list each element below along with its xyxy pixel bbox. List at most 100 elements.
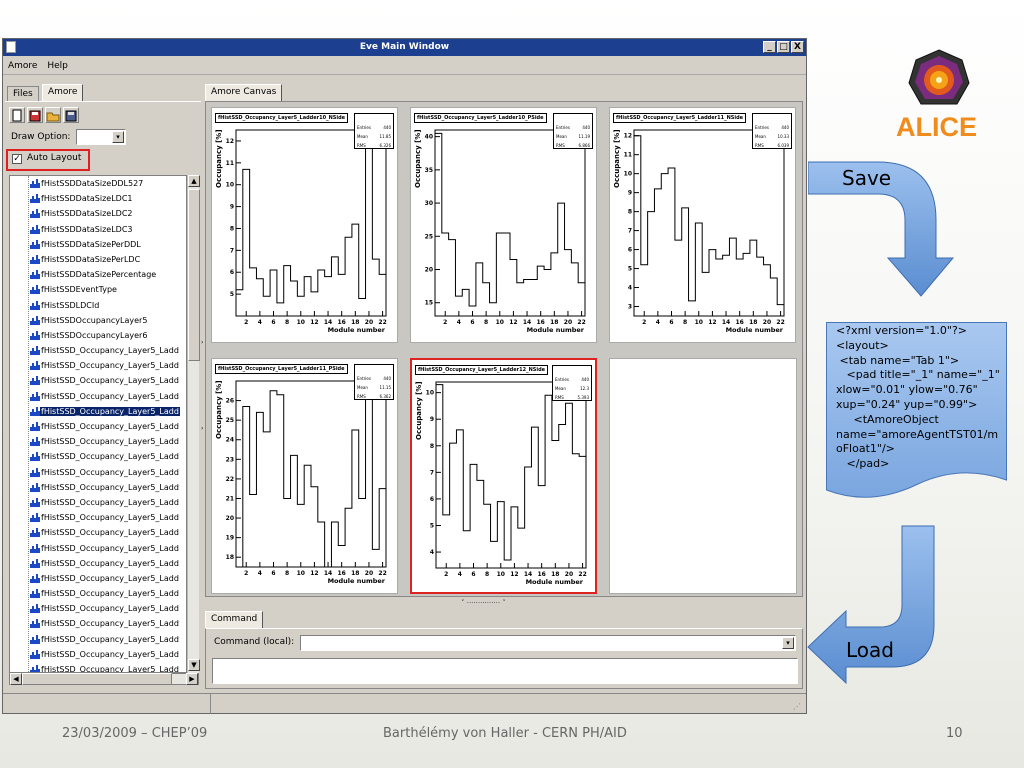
tree-item[interactable]: fHistSSD_Occupancy_Layer5_Ladd: [10, 389, 186, 404]
x-tick-label: 6: [271, 570, 275, 577]
tree-item[interactable]: fHistSSDOccupancyLayer6: [10, 328, 186, 343]
object-tree[interactable]: fHistSSDDataSizeDDL527 fHistSSDDataSizeLD…: [9, 175, 187, 673]
plot-frame: [434, 129, 586, 317]
x-tick-label: 14: [324, 319, 332, 326]
xml-line: name="amoreAgentTST01/m: [836, 427, 999, 441]
y-tick-label: 12: [624, 133, 632, 140]
tree-item[interactable]: fHistSSDDataSizeLDC3: [10, 222, 186, 237]
tree-item[interactable]: fHistSSD_Occupancy_Layer5_Ladd: [10, 647, 186, 662]
draw-option-select[interactable]: ▾: [76, 129, 126, 145]
tree-item[interactable]: fHistSSD_Occupancy_Layer5_Ladd: [10, 586, 186, 601]
tree-item[interactable]: fHistSSDOccupancyLayer5: [10, 313, 186, 328]
menu-amore[interactable]: Amore: [8, 61, 37, 71]
x-tick-label: 8: [683, 319, 687, 326]
scroll-up-icon[interactable]: ▲: [188, 175, 200, 187]
tree-item[interactable]: fHistSSD_Occupancy_Layer5_Ladd: [10, 571, 186, 586]
tree-horizontal-scrollbar[interactable]: ◀ ▶: [9, 673, 199, 685]
tree-item[interactable]: fHistSSDDataSizeLDC2: [10, 206, 186, 221]
minimize-button[interactable]: _: [763, 41, 776, 53]
x-tick-label: 8: [485, 571, 489, 578]
histogram-line: [434, 132, 586, 316]
splitter-arrow-icon[interactable]: ›: [201, 339, 203, 346]
empty-pad[interactable]: [609, 358, 797, 594]
open-folder-icon[interactable]: [45, 107, 61, 123]
resize-grip-icon[interactable]: ⋰: [793, 702, 801, 711]
tab-amore-canvas[interactable]: Amore Canvas: [205, 84, 283, 101]
tree-item[interactable]: fHistSSD_Occupancy_Layer5_Ladd: [10, 632, 186, 647]
tree-item[interactable]: fHistSSD_Occupancy_Layer5_Ladd: [10, 465, 186, 480]
tree-item[interactable]: fHistSSDDataSizeDDL527: [10, 176, 186, 191]
histogram-pad[interactable]: 18 19 20 21 22 23 24 25 26 2 4 6 8 10 12 14 16 18 20 22 fHis…: [211, 358, 398, 594]
auto-layout-checkbox[interactable]: ✓: [12, 154, 22, 164]
stats-entries: 440: [383, 376, 391, 381]
tree-item[interactable]: fHistSSDLDCId: [10, 298, 186, 313]
tree-item[interactable]: fHistSSD_Occupancy_Layer5_Ladd: [10, 434, 186, 449]
y-tick-label: 10: [624, 171, 632, 178]
tree-item[interactable]: fHistSSD_Occupancy_Layer5_Ladd: [10, 616, 186, 631]
x-tick-label: 12: [310, 570, 318, 577]
tree-item[interactable]: fHistSSD_Occupancy_Layer5_Ladd: [10, 556, 186, 571]
tree-item[interactable]: fHistSSD_Occupancy_Layer5_Ladd: [10, 343, 186, 358]
amore-canvas[interactable]: 5 6 7 8 9 10 11 12 2 4 6 8 10 12 14 16 18 20 22 fHistSSD_Oc…: [205, 101, 803, 597]
tree-item[interactable]: fHistSSD_Occupancy_Layer5_Ladd: [10, 495, 186, 510]
tree-vertical-scrollbar[interactable]: ▲ ▼: [187, 175, 200, 673]
tree-item[interactable]: fHistSSDDataSizePerLDC: [10, 252, 186, 267]
window-title-bar[interactable]: Eve Main Window _ □ X: [3, 39, 806, 56]
tree-item[interactable]: fHistSSD_Occupancy_Layer5_Ladd: [10, 601, 186, 616]
menu-help[interactable]: Help: [47, 61, 68, 71]
histogram-icon: [30, 361, 40, 371]
scroll-thumb[interactable]: [188, 189, 200, 361]
chevron-down-icon[interactable]: ▾: [112, 131, 124, 143]
tab-amore[interactable]: Amore: [42, 84, 84, 101]
tree-item[interactable]: fHistSSD_Occupancy_Layer5_Ladd: [10, 480, 186, 495]
xml-document: <?xml version="1.0"?> <layout> <tab name=…: [826, 322, 1007, 512]
tab-files[interactable]: Files: [7, 86, 39, 102]
tree-item[interactable]: fHistSSD_Occupancy_Layer5_Ladd: [10, 541, 186, 556]
tree-item[interactable]: fHistSSD_Occupancy_Layer5_Ladd: [10, 404, 186, 419]
splitter-arrow-icon[interactable]: ›: [201, 425, 203, 432]
splitter-handle-icon[interactable]: ˅ ··············· ˅: [461, 599, 506, 607]
tree-item[interactable]: fHistSSDDataSizePerDDL: [10, 237, 186, 252]
scroll-left-icon[interactable]: ◀: [10, 673, 22, 685]
scroll-down-icon[interactable]: ▼: [188, 659, 200, 671]
histogram-pad[interactable]: 4 5 6 7 8 9 10 2 4 6 8 10 12 14 16 18 20 22 fHistSSD_Occup…: [410, 358, 597, 594]
chevron-down-icon[interactable]: ▾: [782, 637, 794, 649]
x-tick-label: 2: [642, 319, 646, 326]
tree-item[interactable]: fHistSSDDataSizePercentage: [10, 267, 186, 282]
x-tick-label: 14: [524, 571, 532, 578]
tree-item[interactable]: fHistSSDEventType: [10, 282, 186, 297]
maximize-button[interactable]: □: [777, 41, 790, 53]
tree-item-label: fHistSSDDataSizeLDC1: [41, 194, 133, 204]
x-tick-label: 4: [258, 319, 262, 326]
close-button[interactable]: X: [791, 41, 804, 53]
y-tick-label: 8: [430, 443, 434, 450]
tree-item[interactable]: fHistSSD_Occupancy_Layer5_Ladd: [10, 358, 186, 373]
y-tick-label: 23: [226, 456, 234, 463]
hscroll-thumb[interactable]: [22, 673, 172, 685]
tree-item[interactable]: fHistSSDDataSizeLDC1: [10, 191, 186, 206]
histogram-pad[interactable]: 3 4 5 6 7 8 9 10 11 12 2 4 6 8 10 12 14 16 18 20 22 fHistSSD_…: [609, 107, 796, 343]
histogram-title: fHistSSD_Occupancy_Layer5_Ladder11_PSide: [215, 364, 348, 374]
floppy-icon[interactable]: [63, 107, 79, 123]
tree-item-label: fHistSSD_Occupancy_Layer5_Ladd: [41, 361, 179, 371]
new-icon[interactable]: [9, 107, 25, 123]
alice-logo-icon: [907, 48, 971, 112]
tree-item-label: fHistSSD_Occupancy_Layer5_Ladd: [41, 391, 179, 401]
stats-rms: 5.393: [577, 395, 589, 400]
tree-item[interactable]: fHistSSD_Occupancy_Layer5_Ladd: [10, 449, 186, 464]
command-input[interactable]: ▾: [300, 635, 796, 651]
tree-item[interactable]: fHistSSD_Occupancy_Layer5_Ladd: [10, 419, 186, 434]
tree-item-label: fHistSSDDataSizeLDC3: [41, 224, 133, 234]
tab-command[interactable]: Command: [205, 611, 264, 628]
tree-item[interactable]: fHistSSD_Occupancy_Layer5_Ladd: [10, 662, 186, 672]
tree-item-label: fHistSSD_Occupancy_Layer5_Ladd: [41, 634, 179, 644]
scroll-right-icon[interactable]: ▶: [186, 673, 198, 685]
command-output[interactable]: [212, 658, 798, 684]
tree-item[interactable]: fHistSSD_Occupancy_Layer5_Ladd: [10, 525, 186, 540]
tree-item[interactable]: fHistSSD_Occupancy_Layer5_Ladd: [10, 510, 186, 525]
histogram-pad[interactable]: 5 6 7 8 9 10 11 12 2 4 6 8 10 12 14 16 18 20 22 fHistSSD_Oc…: [211, 107, 398, 343]
save-red-icon[interactable]: [27, 107, 43, 123]
histogram-pad[interactable]: 15 20 25 30 35 40 2 4 6 8 10 12 14 16 18 20 22 fHistSSD_O…: [410, 107, 597, 343]
y-tick-label: 9: [230, 204, 234, 211]
tree-item[interactable]: fHistSSD_Occupancy_Layer5_Ladd: [10, 373, 186, 388]
